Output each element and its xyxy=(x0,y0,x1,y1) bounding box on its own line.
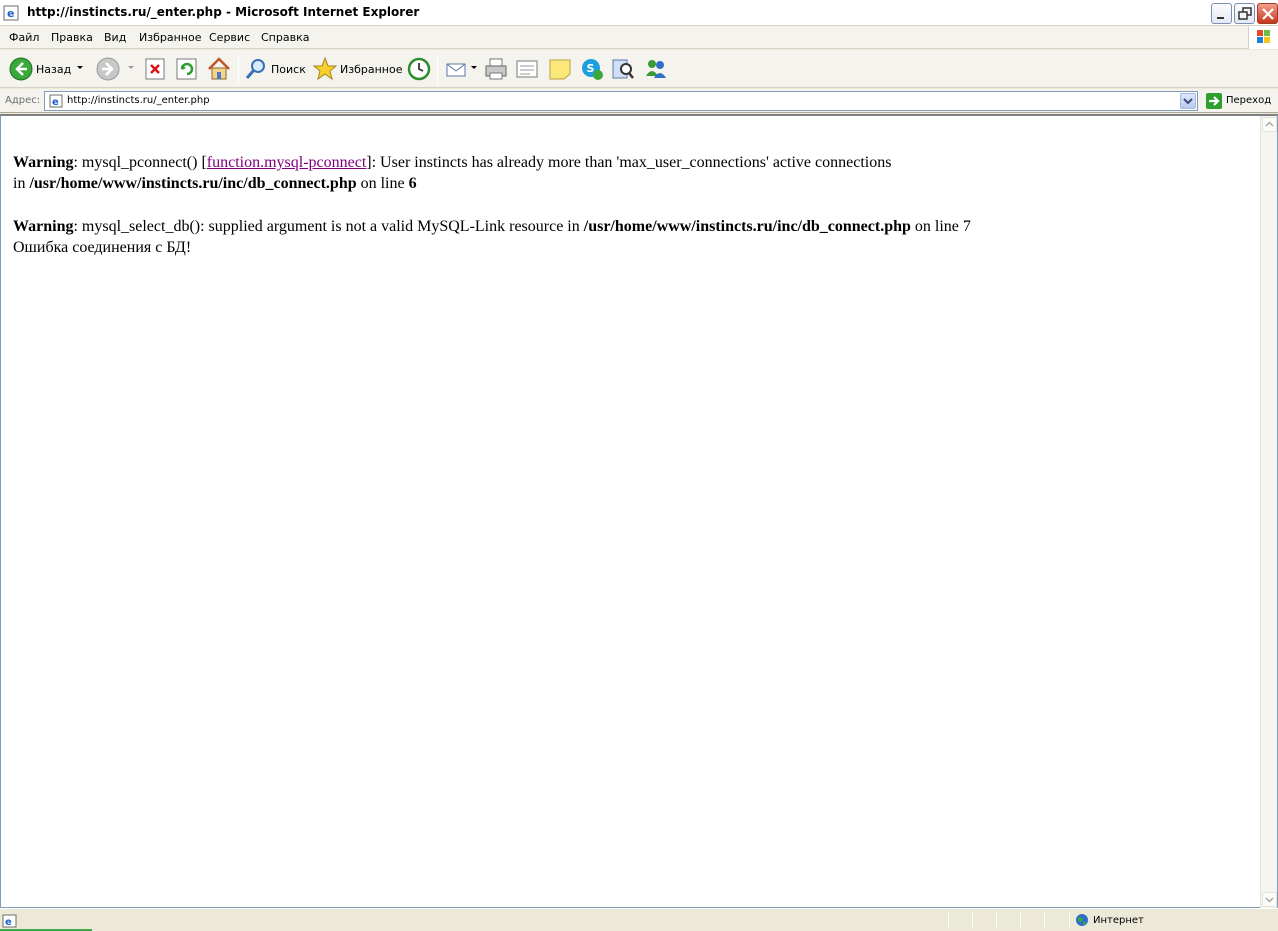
warning-text: ]: User instincts has already more than … xyxy=(366,154,892,171)
favorites-star-icon[interactable] xyxy=(312,56,338,82)
status-bar: e Интернет xyxy=(0,908,1278,931)
warning-label: Warning xyxy=(13,218,74,235)
windows-logo-icon xyxy=(1248,26,1278,49)
status-divider xyxy=(1044,912,1045,929)
menu-favorites[interactable]: Избранное xyxy=(139,31,201,44)
scroll-down-icon[interactable] xyxy=(1262,892,1277,907)
internet-globe-icon xyxy=(1076,914,1088,926)
page-status-icon: e xyxy=(2,914,17,928)
back-button-label[interactable]: Назад xyxy=(36,63,71,76)
address-input[interactable]: e http://instincts.ru/_enter.php xyxy=(44,91,1198,111)
research-icon[interactable] xyxy=(610,56,636,82)
warning-on-line: on line xyxy=(360,175,405,192)
history-icon[interactable] xyxy=(406,56,432,82)
address-bar: Адрес: e http://instincts.ru/_enter.php … xyxy=(0,89,1278,113)
back-icon[interactable] xyxy=(8,56,34,82)
function-doc-link[interactable]: function.mysql-pconnect xyxy=(207,154,367,171)
favorites-button-label[interactable]: Избранное xyxy=(340,63,402,76)
minimize-icon xyxy=(1217,17,1224,19)
go-arrow-icon[interactable] xyxy=(1205,92,1223,110)
go-button-label[interactable]: Переход xyxy=(1226,95,1271,106)
page-viewport: Warning: mysql_pconnect() [function.mysq… xyxy=(0,114,1278,908)
menu-tools[interactable]: Сервис xyxy=(209,31,250,44)
warning-pconnect: Warning: mysql_pconnect() [function.mysq… xyxy=(13,152,1243,194)
svg-text:e: e xyxy=(7,7,14,20)
title-bar: e http://instincts.ru/_enter.php - Micro… xyxy=(0,0,1278,26)
restore-button[interactable] xyxy=(1234,3,1255,24)
print-icon[interactable] xyxy=(483,56,509,82)
svg-text:S: S xyxy=(587,62,595,75)
menu-edit[interactable]: Правка xyxy=(51,31,93,44)
messenger-icon[interactable] xyxy=(643,56,669,82)
status-divider xyxy=(1069,912,1070,929)
warning-label: Warning xyxy=(13,154,74,171)
status-divider xyxy=(1020,912,1021,929)
warning-text: : mysql_pconnect() [ xyxy=(73,154,207,171)
skype-icon[interactable]: S xyxy=(579,56,605,82)
svg-text:e: e xyxy=(52,97,59,108)
stop-icon[interactable] xyxy=(144,56,166,82)
warning-text: : mysql_select_db(): supplied argument i… xyxy=(73,218,580,235)
close-button[interactable] xyxy=(1257,3,1278,24)
close-icon xyxy=(1262,8,1274,20)
menu-help[interactable]: Справка xyxy=(261,31,309,44)
warning-on-line: on line 7 xyxy=(914,218,971,235)
note-icon[interactable] xyxy=(547,56,573,82)
db-error-message: Ошибка соединения с БД! xyxy=(13,239,192,256)
home-icon[interactable] xyxy=(206,56,232,82)
page-icon: e xyxy=(49,94,63,108)
restore-icon xyxy=(1238,7,1252,20)
warning-in-word: in xyxy=(13,175,26,192)
ie-icon: e xyxy=(3,5,19,21)
standard-toolbar: Назад Поиск Избранное S xyxy=(0,50,1278,88)
refresh-icon[interactable] xyxy=(175,56,199,82)
menu-view[interactable]: Вид xyxy=(104,31,126,44)
warning-file-path: /usr/home/www/instincts.ru/inc/db_connec… xyxy=(29,175,357,192)
window-title: http://instincts.ru/_enter.php - Microso… xyxy=(27,5,420,19)
security-zone-label: Интернет xyxy=(1093,915,1144,926)
warning-select-db: Warning: mysql_select_db(): supplied arg… xyxy=(13,216,1243,258)
menu-bar: Файл Правка Вид Избранное Сервис Справка xyxy=(0,26,1278,49)
search-button-label[interactable]: Поиск xyxy=(271,63,306,76)
forward-icon[interactable] xyxy=(95,56,121,82)
search-icon[interactable] xyxy=(244,56,268,82)
toolbar-separator xyxy=(238,54,239,84)
svg-text:e: e xyxy=(5,917,12,928)
warning-file-path: /usr/home/www/instincts.ru/inc/db_connec… xyxy=(583,218,911,235)
page-content: Warning: mysql_pconnect() [function.mysq… xyxy=(13,152,1243,258)
status-divider xyxy=(948,912,949,929)
back-dropdown-icon[interactable] xyxy=(77,66,83,69)
scroll-up-icon[interactable] xyxy=(1262,117,1277,132)
forward-dropdown-icon[interactable] xyxy=(128,66,134,69)
status-divider xyxy=(996,912,997,929)
toolbar-separator xyxy=(437,54,438,84)
minimize-button[interactable] xyxy=(1211,3,1232,24)
edit-icon[interactable] xyxy=(514,56,540,82)
menu-file[interactable]: Файл xyxy=(9,31,39,44)
address-dropdown-icon[interactable] xyxy=(1180,93,1196,109)
mail-dropdown-icon[interactable] xyxy=(471,66,477,69)
address-url[interactable]: http://instincts.ru/_enter.php xyxy=(67,95,210,106)
mail-icon[interactable] xyxy=(445,56,469,82)
warning-line-number: 6 xyxy=(408,175,417,192)
vertical-scrollbar[interactable] xyxy=(1260,116,1277,908)
status-divider xyxy=(972,912,973,929)
address-label: Адрес: xyxy=(5,95,41,106)
